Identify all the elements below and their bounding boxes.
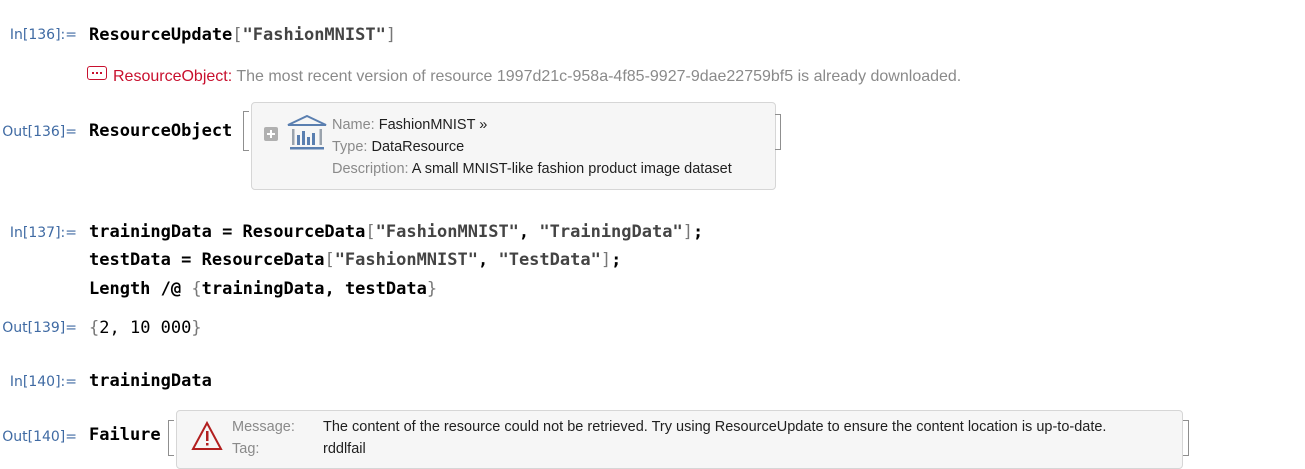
cell-label-out136: Out[136]= (2, 124, 77, 140)
resource-repository-icon (287, 115, 327, 150)
cell-label-in136: In[136]:= (9, 27, 77, 43)
message-menu-icon[interactable] (87, 66, 107, 80)
failure-message-key: Message: (232, 419, 295, 435)
warning-icon (191, 421, 223, 450)
input-code-in136[interactable]: ResourceUpdate["FashionMNIST"] (89, 25, 396, 45)
left-bracket (243, 111, 249, 151)
failure-tag-value: rddlfail (323, 441, 366, 457)
resource-description-row: Description: A small MNIST-like fashion … (332, 161, 732, 177)
input-code-in137-line2[interactable]: testData = ResourceData["FashionMNIST", … (89, 250, 621, 270)
cell-label-in140: In[140]:= (9, 374, 77, 390)
resource-type-row: Type: DataResource (332, 139, 465, 155)
resource-name-link[interactable]: FashionMNIST » (379, 117, 488, 133)
failure-message-value: The content of the resource could not be… (323, 419, 1107, 435)
expand-icon[interactable] (264, 127, 278, 141)
string-arg: "FashionMNIST" (242, 25, 386, 45)
right-bracket (775, 114, 781, 150)
output-value-out139: {2, 10 000} (89, 318, 202, 338)
left-bracket (168, 420, 174, 456)
right-bracket (1183, 420, 1189, 456)
message-head: ResourceObject: (113, 68, 233, 85)
cell-label-out139: Out[139]= (2, 320, 77, 336)
failure-tag-key: Tag: (232, 441, 260, 457)
message-text: The most recent version of resource 1997… (236, 68, 962, 85)
input-code-in137-line1[interactable]: trainingData = ResourceData["FashionMNIS… (89, 222, 703, 242)
input-code-in137-line3[interactable]: Length /@ {trainingData, testData} (89, 279, 437, 299)
output-head-out136: ResourceObject (89, 121, 233, 141)
cell-label-out140: Out[140]= (2, 429, 77, 445)
failure-panel[interactable]: Message: The content of the resource cou… (176, 410, 1183, 469)
resource-name-row: Name: FashionMNIST » (332, 117, 488, 133)
resource-object-panel[interactable]: Name: FashionMNIST » Type: DataResource … (251, 102, 776, 190)
message-line: ResourceObject: The most recent version … (87, 66, 961, 86)
input-code-in140[interactable]: trainingData (89, 371, 212, 391)
output-head-out140: Failure (89, 425, 161, 445)
function-name: ResourceUpdate (89, 25, 233, 45)
cell-label-in137: In[137]:= (9, 225, 77, 241)
